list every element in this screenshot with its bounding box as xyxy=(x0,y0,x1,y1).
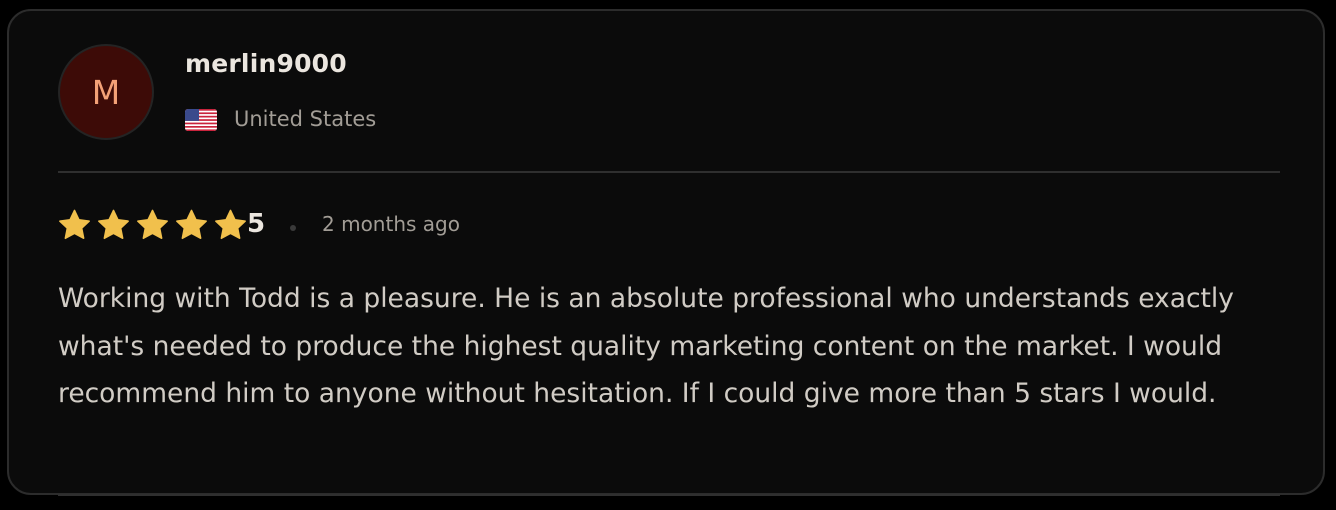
review-time: 2 months ago xyxy=(322,212,460,236)
reviewer-country: United States xyxy=(234,107,377,131)
star-icon xyxy=(98,209,129,240)
star-icon xyxy=(59,209,90,240)
us-flag-icon xyxy=(185,109,217,131)
review-text: Working with Todd is a pleasure. He is a… xyxy=(58,283,1234,409)
reviewer-username: merlin9000 xyxy=(185,49,347,78)
separator-dot xyxy=(290,225,296,231)
star-icon xyxy=(137,209,168,240)
avatar: M xyxy=(58,44,154,140)
star-icon xyxy=(176,209,207,240)
star-icon xyxy=(215,209,246,240)
footer-divider xyxy=(58,494,1280,496)
rating-value: 5 xyxy=(247,209,266,239)
star-rating xyxy=(57,208,248,242)
review-card: M merlin9000 United States 5 2 months ag… xyxy=(7,9,1325,496)
avatar-initial: M xyxy=(91,72,121,112)
header-divider xyxy=(58,171,1280,173)
